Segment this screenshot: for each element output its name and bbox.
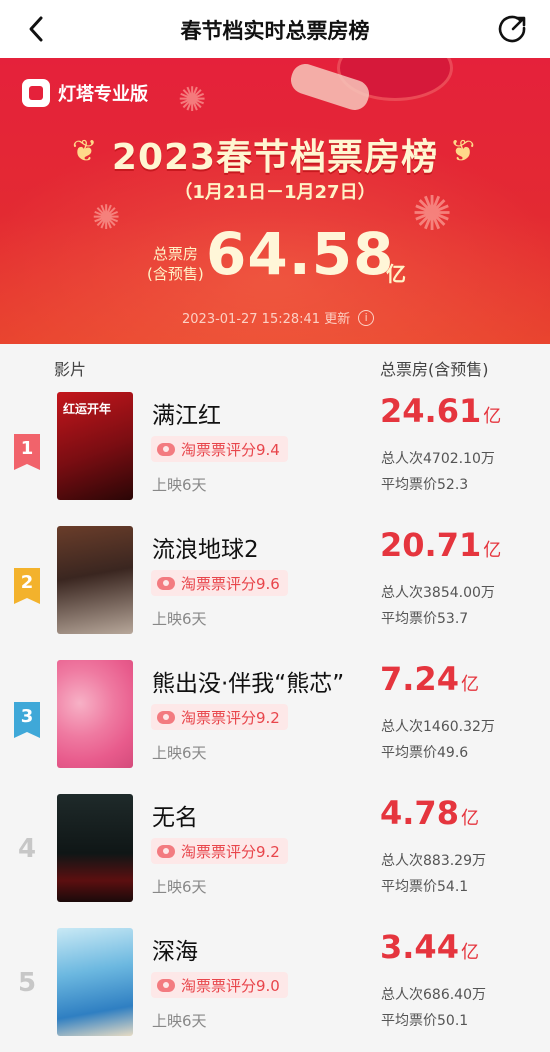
box-office: 7.24 亿 — [380, 660, 479, 698]
rating-badge: 淘票票评分9.0 — [151, 972, 288, 998]
update-timestamp: 2023-01-27 15:28:41 更新 i — [182, 308, 375, 327]
total-label-line2: (含预售) — [147, 265, 204, 283]
column-header-film: 影片 — [54, 360, 87, 379]
laurel-right-icon: ❦ — [450, 134, 476, 169]
box-office-value: 24.61 — [380, 392, 482, 430]
list-item[interactable]: 4 无名 淘票票评分9.2 上映6天 4.78 亿 总人次883.29万 平均票价… — [0, 794, 550, 928]
taopiaopiao-icon — [157, 978, 175, 992]
average-ticket-price: 平均票价53.7 — [381, 611, 469, 627]
film-title[interactable]: 熊出没·伴我“熊芯” — [152, 664, 344, 698]
total-unit: 亿 — [386, 262, 406, 286]
film-title[interactable]: 满江红 — [152, 396, 221, 430]
ranking-list: 影片 总票房(含预售) 1 红运开年 满江红 淘票票评分9.4 上映6天 24.… — [0, 344, 550, 1052]
list-header: 影片 总票房(含预售) — [0, 344, 550, 390]
rating-badge: 淘票票评分9.4 — [151, 436, 288, 462]
rating-text: 淘票票评分9.6 — [181, 574, 280, 593]
brand-logo: 灯塔专业版 — [22, 78, 148, 108]
box-office-value: 20.71 — [380, 526, 482, 564]
days-released: 上映6天 — [152, 476, 207, 494]
box-office-value: 3.44 — [380, 928, 459, 966]
box-office-unit: 亿 — [460, 808, 479, 829]
rating-text: 淘票票评分9.2 — [181, 708, 280, 727]
update-text: 2023-01-27 15:28:41 更新 — [182, 312, 351, 327]
film-title[interactable]: 深海 — [152, 932, 198, 966]
taopiaopiao-icon — [157, 442, 175, 456]
list-item[interactable]: 1 红运开年 满江红 淘票票评分9.4 上映6天 24.61 亿 总人次4702.… — [0, 392, 550, 526]
taopiaopiao-icon — [157, 844, 175, 858]
page-title: 春节档实时总票房榜 — [180, 19, 370, 43]
rating-badge: 淘票票评分9.6 — [151, 570, 288, 596]
movie-poster[interactable] — [57, 660, 133, 768]
total-label: 总票房 (含预售) — [147, 244, 204, 284]
box-office-unit: 亿 — [483, 406, 502, 427]
box-office-unit: 亿 — [483, 540, 502, 561]
average-ticket-price: 平均票价54.1 — [381, 879, 469, 895]
box-office-unit: 亿 — [460, 942, 479, 963]
list-item[interactable]: 3 熊出没·伴我“熊芯” 淘票票评分9.2 上映6天 7.24 亿 总人次1460… — [0, 660, 550, 794]
list-item[interactable]: 5 深海 淘票票评分9.0 上映6天 3.44 亿 总人次686.40万 平均票价… — [0, 928, 550, 1052]
share-icon[interactable] — [498, 14, 528, 44]
total-admissions: 总人次3854.00万 — [381, 585, 495, 601]
days-released: 上映6天 — [152, 1012, 207, 1030]
total-admissions: 总人次1460.32万 — [381, 719, 495, 735]
rank-badge: 1 — [14, 434, 40, 470]
days-released: 上映6天 — [152, 610, 207, 628]
box-office-value: 7.24 — [380, 660, 459, 698]
movie-poster[interactable] — [57, 526, 133, 634]
brand-icon — [22, 79, 50, 107]
summary-banner: ✺ ✺ ✺ 灯塔专业版 ❦ 2023春节档票房榜 ❦ （1月21日－1月27日）… — [0, 58, 550, 344]
column-header-box-office: 总票房(含预售) — [380, 360, 489, 379]
taopiaopiao-icon — [157, 576, 175, 590]
info-icon[interactable]: i — [358, 309, 375, 326]
movie-poster[interactable] — [57, 794, 133, 902]
box-office: 3.44 亿 — [380, 928, 479, 966]
total-admissions: 总人次4702.10万 — [381, 451, 495, 467]
total-admissions: 总人次686.40万 — [381, 987, 486, 1003]
poster-text: 红运开年 — [63, 402, 112, 416]
period-range: （1月21日－1月27日） — [174, 182, 376, 203]
box-office: 20.71 亿 — [380, 526, 501, 564]
days-released: 上映6天 — [152, 744, 207, 762]
brand-name: 灯塔专业版 — [58, 84, 148, 105]
rating-text: 淘票票评分9.4 — [181, 440, 280, 459]
film-title[interactable]: 无名 — [152, 798, 198, 832]
rating-badge: 淘票票评分9.2 — [151, 838, 288, 864]
total-admissions: 总人次883.29万 — [381, 853, 486, 869]
total-box-office-value: 64.58 — [206, 220, 395, 288]
firework-icon: ✺ — [92, 198, 121, 238]
days-released: 上映6天 — [152, 878, 207, 896]
rating-badge: 淘票票评分9.2 — [151, 704, 288, 730]
rank-number: 5 — [17, 968, 37, 998]
box-office-unit: 亿 — [460, 674, 479, 695]
list-item[interactable]: 2 流浪地球2 淘票票评分9.6 上映6天 20.71 亿 总人次3854.00万… — [0, 526, 550, 660]
rating-text: 淘票票评分9.2 — [181, 842, 280, 861]
rank-badge: 3 — [14, 702, 40, 738]
firework-icon: ✺ — [178, 80, 207, 120]
top-nav-bar: 春节档实时总票房榜 — [0, 0, 550, 58]
movie-poster[interactable] — [57, 928, 133, 1036]
rating-text: 淘票票评分9.0 — [181, 976, 280, 995]
film-title[interactable]: 流浪地球2 — [152, 530, 259, 564]
average-ticket-price: 平均票价52.3 — [381, 477, 469, 493]
total-label-line1: 总票房 — [152, 245, 198, 263]
average-ticket-price: 平均票价49.6 — [381, 745, 469, 761]
box-office-value: 4.78 — [380, 794, 459, 832]
rank-badge: 2 — [14, 568, 40, 604]
box-office: 24.61 亿 — [380, 392, 501, 430]
average-ticket-price: 平均票价50.1 — [381, 1013, 469, 1029]
movie-poster[interactable]: 红运开年 — [57, 392, 133, 500]
rank-number: 4 — [17, 834, 37, 864]
taopiaopiao-icon — [157, 710, 175, 724]
box-office: 4.78 亿 — [380, 794, 479, 832]
